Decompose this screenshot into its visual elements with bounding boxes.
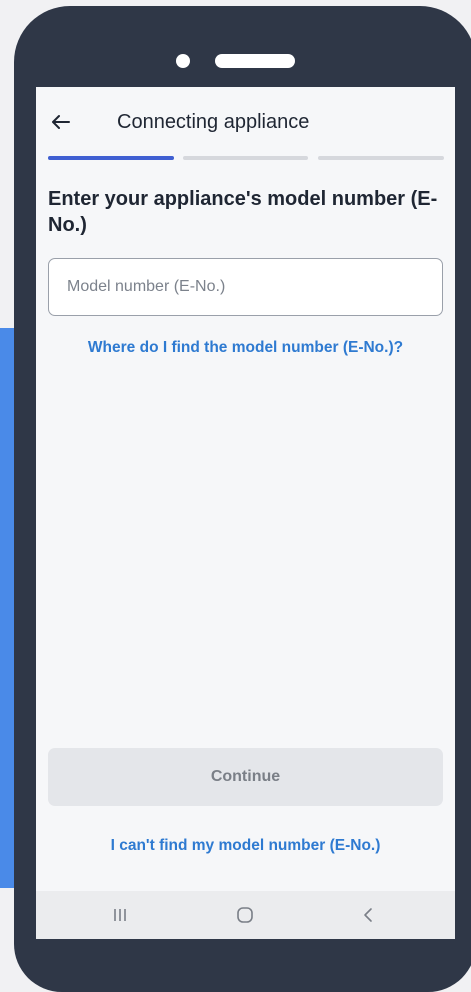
top-bar: Connecting appliance (36, 87, 455, 159)
model-number-input[interactable] (48, 258, 443, 316)
find-model-number-link[interactable]: Where do I find the model number (E-No.)… (36, 339, 455, 357)
app-screen: Connecting appliance Enter your applianc… (36, 87, 455, 939)
progress-step-1-fill (48, 156, 174, 160)
back-chevron-icon[interactable] (354, 903, 382, 927)
system-nav-bar (36, 891, 455, 939)
camera-dot (176, 54, 190, 68)
progress-step-2 (183, 156, 308, 160)
page-title: Connecting appliance (117, 111, 310, 133)
progress-steps (48, 156, 444, 160)
cant-find-model-link[interactable]: I can't find my model number (E-No.) (36, 837, 455, 855)
home-icon[interactable] (231, 903, 259, 927)
speaker-bar (215, 54, 295, 68)
progress-step-1 (48, 156, 174, 160)
progress-step-3 (318, 156, 444, 160)
continue-button[interactable]: Continue (48, 748, 443, 806)
page-heading: Enter your appliance's model number (E-N… (48, 188, 438, 236)
recents-icon[interactable] (106, 903, 134, 927)
arrow-left-icon[interactable] (48, 109, 74, 135)
